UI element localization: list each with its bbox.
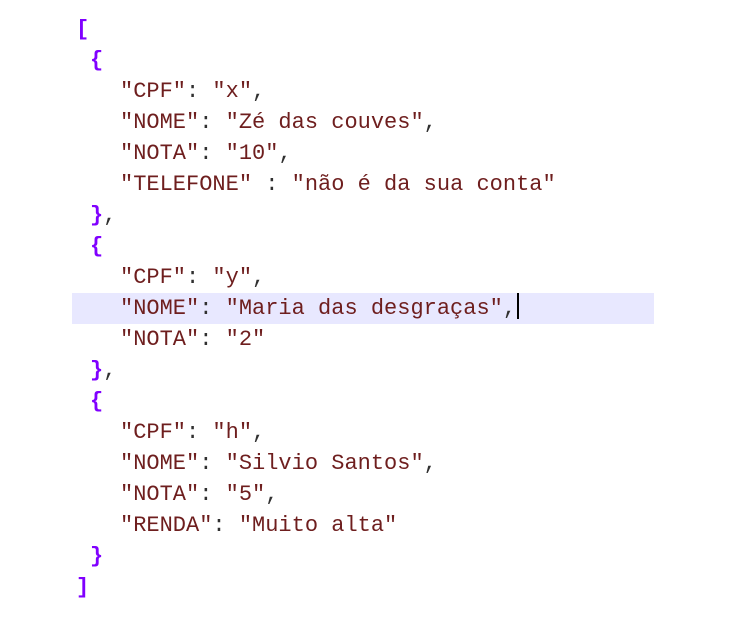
code-token-string: "Muito alta"	[238, 513, 398, 538]
code-line-content: [	[76, 14, 89, 45]
code-token-punct: :	[186, 265, 213, 290]
code-line[interactable]: "CPF": "x",	[0, 76, 735, 107]
code-token-punct: :	[199, 110, 226, 135]
code-line[interactable]: "NOME": "Zé das couves",	[0, 107, 735, 138]
code-token-punct: :	[199, 451, 226, 476]
code-line-content: {	[90, 231, 103, 262]
code-line-content: },	[90, 355, 116, 386]
code-editor[interactable]: [{"CPF": "x", "NOME": "Zé das couves", "NO…	[0, 0, 735, 621]
code-line[interactable]: },	[0, 200, 735, 231]
code-token-punct: ,	[252, 265, 266, 290]
code-line[interactable]: {	[0, 45, 735, 76]
code-token-key: "RENDA"	[120, 513, 213, 538]
code-token-punct: ,	[103, 358, 117, 383]
code-token-punct: ,	[423, 451, 437, 476]
code-line[interactable]: "NOTA": "10",	[0, 138, 735, 169]
code-line-content: "CPF": "x",	[120, 76, 265, 107]
code-token-bracket: {	[90, 234, 104, 259]
code-line[interactable]: ]	[0, 572, 735, 603]
code-token-string: "10"	[225, 141, 279, 166]
code-token-punct: :	[199, 327, 226, 352]
code-token-punct: :	[212, 513, 239, 538]
code-line-content: "RENDA": "Muito alta"	[120, 510, 397, 541]
code-token-key: "TELEFONE"	[120, 172, 253, 197]
code-token-punct: :	[199, 482, 226, 507]
code-token-key: "CPF"	[120, 79, 187, 104]
code-line-content: "NOTA": "10",	[120, 138, 292, 169]
code-token-punct: ,	[265, 482, 279, 507]
code-line-content: }	[90, 541, 103, 572]
code-token-string: "x"	[212, 79, 253, 104]
code-line-content: "NOME": "Silvio Santos",	[120, 448, 437, 479]
code-token-punct: :	[252, 172, 292, 197]
code-line-content: "CPF": "h",	[120, 417, 265, 448]
code-line-content: {	[90, 386, 103, 417]
code-token-string: "5"	[225, 482, 266, 507]
code-token-key: "NOTA"	[120, 141, 200, 166]
code-token-bracket: {	[90, 48, 104, 73]
code-token-string: "y"	[212, 265, 253, 290]
code-token-bracket: ]	[76, 575, 90, 600]
code-line[interactable]: "CPF": "h",	[0, 417, 735, 448]
code-token-key: "NOME"	[120, 451, 200, 476]
code-line[interactable]: },	[0, 355, 735, 386]
code-token-punct: ,	[252, 79, 266, 104]
code-line[interactable]: "NOTA": "2"	[0, 324, 735, 355]
code-token-key: "NOME"	[120, 296, 200, 321]
code-token-punct: ,	[278, 141, 292, 166]
code-token-string: "2"	[225, 327, 266, 352]
code-line-current[interactable]: "NOME": "Maria das desgraças",	[0, 293, 735, 324]
code-line[interactable]: "NOME": "Silvio Santos",	[0, 448, 735, 479]
code-line-content: },	[90, 200, 116, 231]
code-token-punct: :	[199, 296, 226, 321]
code-token-punct: ,	[502, 296, 517, 321]
code-token-key: "CPF"	[120, 265, 187, 290]
code-token-string: "Silvio Santos"	[225, 451, 424, 476]
code-line-content: ]	[76, 572, 89, 603]
text-caret	[517, 293, 520, 319]
code-token-punct: :	[186, 420, 213, 445]
code-line[interactable]: "RENDA": "Muito alta"	[0, 510, 735, 541]
code-line[interactable]: [	[0, 14, 735, 45]
code-token-string: "não é da sua conta"	[291, 172, 556, 197]
code-line[interactable]: "NOTA": "5",	[0, 479, 735, 510]
code-token-bracket: }	[90, 544, 104, 569]
code-token-bracket: }	[90, 203, 104, 228]
code-token-bracket: {	[90, 389, 104, 414]
code-line[interactable]: }	[0, 541, 735, 572]
code-token-punct: ,	[252, 420, 266, 445]
code-line-content: "NOME": "Zé das couves",	[120, 107, 437, 138]
code-line-content: "NOTA": "5",	[120, 479, 278, 510]
code-line-content: "NOTA": "2"	[120, 324, 265, 355]
code-line-content: {	[90, 45, 103, 76]
code-token-string: "h"	[212, 420, 253, 445]
code-line-content: "NOME": "Maria das desgraças",	[120, 293, 520, 324]
code-token-key: "NOTA"	[120, 482, 200, 507]
code-line[interactable]: "TELEFONE" : "não é da sua conta"	[0, 169, 735, 200]
code-token-string: "Maria das desgraças"	[225, 296, 503, 321]
code-token-key: "NOME"	[120, 110, 200, 135]
code-token-punct: :	[186, 79, 213, 104]
code-line-content: "CPF": "y",	[120, 262, 265, 293]
code-line[interactable]: {	[0, 231, 735, 262]
code-token-bracket: }	[90, 358, 104, 383]
code-token-punct: :	[199, 141, 226, 166]
code-token-key: "CPF"	[120, 420, 187, 445]
code-token-punct: ,	[103, 203, 117, 228]
code-line[interactable]: "CPF": "y",	[0, 262, 735, 293]
code-line[interactable]: {	[0, 386, 735, 417]
code-token-string: "Zé das couves"	[225, 110, 424, 135]
code-token-bracket: [	[76, 17, 90, 42]
code-token-key: "NOTA"	[120, 327, 200, 352]
code-token-punct: ,	[423, 110, 437, 135]
code-line-content: "TELEFONE" : "não é da sua conta"	[120, 169, 556, 200]
